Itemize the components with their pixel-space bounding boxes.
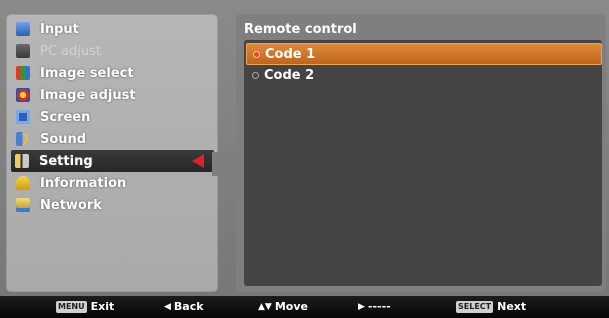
image-adjust-icon [16,88,30,102]
menu-item-label: Screen [40,109,91,125]
hint-back[interactable]: ◀ Back [164,300,204,313]
hint-label: ----- [367,300,391,313]
menu-item-screen[interactable]: Screen [12,106,212,128]
menu-item-label: Image adjust [40,87,136,103]
menu-item-label: Network [40,197,102,213]
pc-adjust-icon [16,44,30,58]
hint-next[interactable]: SELECT Next [456,300,526,313]
hint-label: Move [274,300,308,313]
submenu-panel: Remote control Code 1 Code 2 [236,14,606,292]
menu-item-label: Image select [40,65,134,81]
left-arrow-icon: ◀ [164,301,171,312]
network-icon [16,198,30,212]
projector-osd: Input PC adjust Image select Image adjus… [0,0,609,318]
input-icon [16,22,30,36]
menu-item-label: PC adjust [40,43,101,59]
menu-item-label: Setting [39,153,93,169]
select-key-icon: SELECT [456,300,494,313]
right-arrow-icon: ▶ [358,301,365,312]
setting-icon [15,154,29,168]
submenu-title: Remote control [244,22,357,37]
key-guide-bar: MENU Exit ◀ Back ▲▼ Move ▶ ----- SELECT … [0,296,609,318]
hint-label: Exit [90,300,115,313]
radio-selected-icon [253,50,260,58]
option-code-2[interactable]: Code 2 [246,65,600,85]
hint-right[interactable]: ▶ ----- [358,300,391,313]
menu-item-image-adjust[interactable]: Image adjust [12,84,212,106]
menu-item-image-select[interactable]: Image select [12,62,212,84]
option-label: Code 1 [265,46,316,62]
hint-label: Next [497,300,527,313]
up-down-arrow-icon: ▲▼ [258,301,272,312]
radio-unselected-icon [252,71,259,79]
menu-item-label: Sound [40,131,87,147]
menu-item-pc-adjust: PC adjust [12,40,212,62]
hint-label: Back [173,300,204,313]
options-list: Code 1 Code 2 [244,40,602,286]
menu-key-icon: MENU [56,300,87,313]
menu-item-network[interactable]: Network [12,194,212,216]
option-label: Code 2 [264,67,315,83]
sound-icon [16,132,30,146]
menu-item-sound[interactable]: Sound [12,128,212,150]
menu-item-setting[interactable]: Setting [11,150,214,172]
menu-item-input[interactable]: Input [12,18,212,40]
main-menu: Input PC adjust Image select Image adjus… [6,14,218,292]
information-icon [16,176,30,190]
red-left-arrow-icon [192,154,204,168]
hint-exit[interactable]: MENU Exit [56,300,114,313]
image-select-icon [16,66,30,80]
hint-move[interactable]: ▲▼ Move [258,300,308,313]
menu-item-information[interactable]: Information [12,172,212,194]
option-code-1[interactable]: Code 1 [246,43,602,65]
menu-item-label: Information [40,175,127,191]
screen-icon [16,110,30,124]
menu-item-label: Input [40,21,79,37]
